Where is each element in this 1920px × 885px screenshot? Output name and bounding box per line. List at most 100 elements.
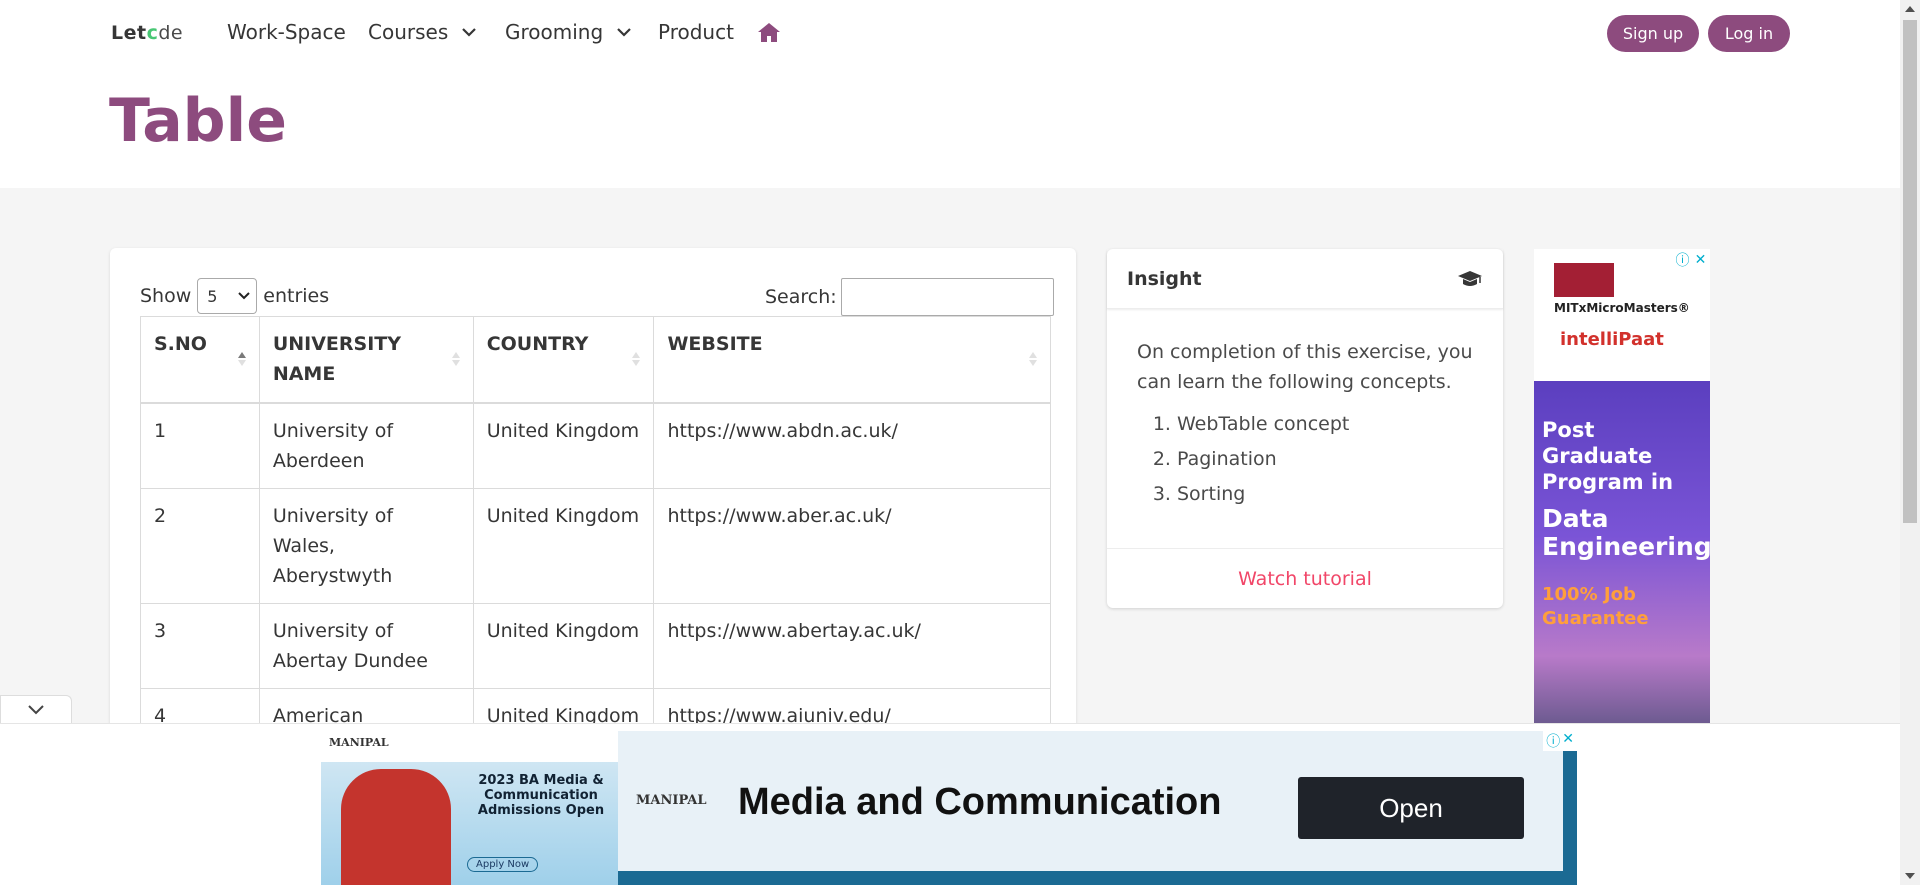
search-control: Search: [765,278,1054,316]
bottom-ad-left-brand: MANIPAL [329,736,389,749]
bottom-ad-title: Media and Communication [738,781,1222,823]
side-ad-brand1: MITxMicroMasters® [1554,301,1690,315]
cell-country: United Kingdom [472,602,655,689]
ad-collapse-toggle[interactable] [0,695,72,724]
table-header-row: S.NO UNIVERSITY NAME COUNTRY WEBSITE [140,316,1051,404]
bottom-ad-left-text: 2023 BA Media & Communication Admissions… [477,773,605,818]
bottom-advertisement[interactable]: MANIPAL 2023 BA Media & Communication Ad… [321,731,1577,885]
sort-icon [1029,352,1037,366]
list-item: Sorting [1177,477,1473,512]
show-label: Show [140,285,192,307]
sort-icon [451,352,460,366]
cell-website: https://www.aber.ac.uk/ [653,487,1051,604]
table-card: Show 5 entries Search: S.NO UNIVERSITY N… [110,248,1076,738]
list-item: Pagination [1177,442,1473,477]
cell-sno: 2 [140,487,260,604]
graduation-cap-icon [1458,270,1482,286]
entries-label: entries [263,285,330,307]
insight-title: Insight [1127,267,1202,290]
column-header-label: UNIVERSITY NAME [272,333,402,385]
scroll-down-arrow-icon[interactable] [1905,873,1915,879]
bottom-ad-main: MANIPAL Media and Communication Open [618,731,1563,871]
nav-grooming-label: Grooming [505,20,604,44]
cell-university-name: University of Wales, Aberystwyth [258,487,474,604]
table-row: 2 University of Wales, Aberystwyth Unite… [140,487,1051,604]
table-row: 3 University of Abertay Dundee United Ki… [140,602,1051,689]
navbar: Letcde Work-Space Courses Grooming Produ… [0,0,1900,66]
logo[interactable]: Letcde [111,22,183,44]
home-icon[interactable] [757,21,781,43]
column-header-sno[interactable]: S.NO [140,316,260,404]
nav-product[interactable]: Product [658,20,734,44]
nav-grooming[interactable]: Grooming [505,20,633,44]
insight-body: On completion of this exercise, you can … [1107,309,1503,522]
sort-icon [632,352,641,366]
mit-logo [1554,263,1614,297]
column-header-label: WEBSITE [667,333,763,355]
page-scrollbar[interactable] [1900,0,1920,885]
cell-university-name: University of Abertay Dundee [258,602,474,689]
logo-suffix: de [158,22,184,44]
entries-value: 5 [207,286,218,306]
logo-prefix: Let [111,22,147,44]
nav-courses[interactable]: Courses [368,20,478,44]
scroll-up-arrow-icon[interactable] [1905,6,1915,12]
cell-website: https://www.abertay.ac.uk/ [653,602,1051,689]
nav-work-space[interactable]: Work-Space [227,20,346,44]
column-header-website[interactable]: WEBSITE [653,316,1051,404]
cell-sno: 1 [140,402,260,489]
insight-list: WebTable concept Pagination Sorting [1137,407,1473,512]
bottom-ad-controls: ⓘ ✕ [1543,731,1577,751]
chevron-down-icon [238,292,250,300]
bottom-ad-left-panel: MANIPAL 2023 BA Media & Communication Ad… [321,731,618,885]
ad-info-icon[interactable]: ⓘ [1546,731,1560,751]
side-ad-header: ⓘ ✕ MITxMicroMasters® intelliPaat [1534,249,1710,381]
column-header-country[interactable]: COUNTRY [472,316,655,404]
ad-info-icon[interactable]: ⓘ [1674,251,1691,269]
cell-university-name: University of Aberdeen [258,402,474,489]
chevron-down-icon [28,705,44,715]
ad-person-image [341,769,451,885]
scrollbar-thumb[interactable] [1903,20,1917,523]
table-row: 1 University of Aberdeen United Kingdom … [140,402,1051,489]
side-ad-line1: Post Graduate Program in [1542,418,1674,494]
hero: Table [0,66,1900,188]
column-header-label: S.NO [154,333,207,355]
list-item: WebTable concept [1177,407,1473,442]
page-title: Table [109,86,287,156]
cell-country: United Kingdom [472,487,655,604]
nav-courses-label: Courses [368,20,449,44]
open-button[interactable]: Open [1298,777,1524,839]
cell-sno: 3 [140,602,260,689]
apply-now-button[interactable]: Apply Now [467,857,539,872]
insight-card: Insight On completion of this exercise, … [1107,249,1503,608]
login-button[interactable]: Log in [1708,15,1790,52]
ad-close-icon[interactable]: ✕ [1562,731,1574,751]
chevron-down-icon [462,28,477,37]
side-ad-brand2: intelliPaat [1560,329,1664,350]
insight-header: Insight [1107,249,1503,309]
bottom-ad-brand: MANIPAL [636,793,707,808]
nav-product-label: Product [658,20,734,44]
sort-asc-icon [237,352,246,366]
search-input[interactable] [840,278,1054,316]
ad-close-icon[interactable]: ✕ [1692,251,1709,268]
signup-button[interactable]: Sign up [1607,15,1699,52]
watch-tutorial-link[interactable]: Watch tutorial [1107,548,1503,608]
insight-intro: On completion of this exercise, you can … [1137,341,1473,393]
entries-select[interactable]: 5 [197,278,258,314]
nav-work-space-label: Work-Space [227,20,346,44]
chevron-down-icon [617,28,631,37]
cell-website: https://www.abdn.ac.uk/ [653,402,1051,489]
logo-accent: c [146,22,159,44]
side-advertisement[interactable]: ⓘ ✕ MITxMicroMasters® intelliPaat Post G… [1534,249,1710,725]
university-table: S.NO UNIVERSITY NAME COUNTRY WEBSITE 1 U… [140,316,1051,738]
side-ad-line3: 100% Job Guarantee [1542,584,1649,629]
entries-control: Show 5 entries [140,278,329,314]
side-ad-body: Post Graduate Program in Data Engineerin… [1534,381,1710,725]
column-header-label: COUNTRY [486,333,589,355]
side-ad-line2: Data Engineering [1542,504,1710,561]
column-header-university-name[interactable]: UNIVERSITY NAME [258,316,474,404]
search-label: Search: [765,286,837,308]
cell-country: United Kingdom [472,402,655,489]
